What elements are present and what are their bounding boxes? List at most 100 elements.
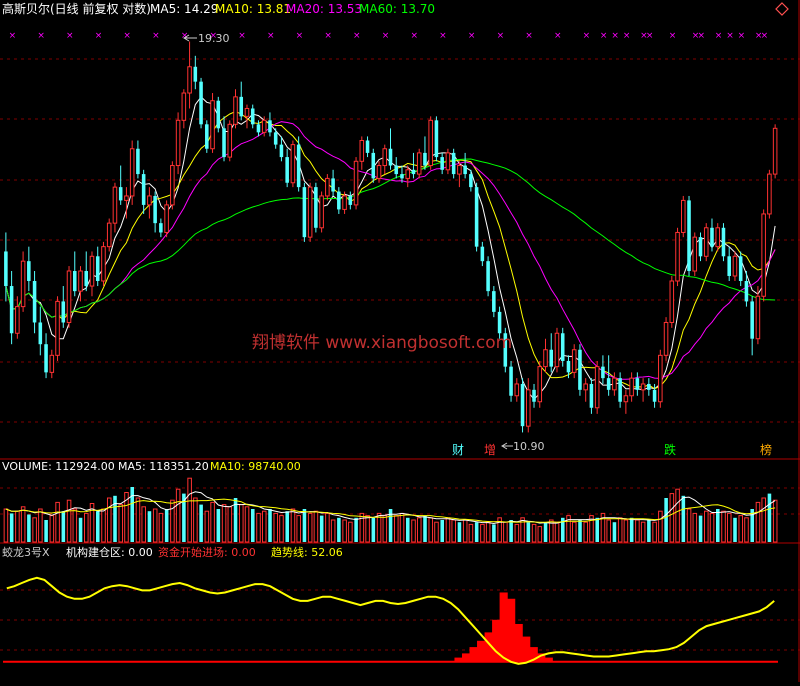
volume-bar [612,522,617,542]
candle-body [106,222,112,248]
volume-bar [193,497,198,543]
candle-body [222,128,226,158]
candle-body [371,152,376,179]
chart-canvas: × × × × × × × × × × × × × × × × × × × × × × × × ×× × ×× × × × ×× 翔博软件 … [0,0,800,682]
volume-bar [101,508,106,543]
candle-body [193,66,198,82]
volume-bar [9,513,14,542]
candle-body [302,187,307,238]
volume-bar [170,499,175,543]
volume-bar [394,515,399,543]
candle-body [256,124,261,133]
candle-body [744,280,749,302]
signal-marker: × [296,31,304,41]
volume-bar [376,512,382,543]
indicator-qsx: 趋势线: 52.06 [271,545,343,559]
volume-bar [55,501,60,543]
ma10-label: MA10: 13.81 [215,2,291,16]
event-label-die[interactable]: 跌 [664,442,676,457]
volume-bar [285,511,290,542]
signal-marker: × [66,31,74,41]
candle-body [715,227,721,248]
signal-marker: × [238,31,246,41]
volume-bar [313,510,319,543]
volume-bar [531,523,537,543]
volume-bar [503,521,508,543]
candle-body [537,366,543,403]
volume-bar [20,506,26,543]
volume-bar [617,517,623,543]
signal-marker: × [715,31,723,41]
candle-body [738,256,743,281]
candle-body [290,144,296,184]
accumulation-bar [454,657,463,662]
signal-marker: × [761,31,769,41]
accumulation-bar [492,619,501,662]
candle-body [647,383,651,390]
volume-ma10: MA10: 98740.00 [210,460,301,473]
signal-marker: × [525,31,533,41]
candle-body [239,96,244,117]
volume-bar [485,521,491,543]
accumulation-bar [544,657,553,662]
candle-body [388,148,393,166]
volume-bar [239,504,244,543]
volume-bar [686,508,692,543]
event-label-bang[interactable]: 榜 [760,442,772,457]
signal-marker: × [9,31,17,41]
signal-marker: × [611,31,619,41]
volume-value: VOLUME: 112924.00 [2,460,115,473]
candle-body [601,366,605,379]
price-header: 高斯贝尔(日线 前复权 对数) MA5: 14.29 MA10: 13.81 M… [2,1,435,16]
volume-ma5: MA5: 118351.20 [118,460,209,473]
volume-bar [72,508,78,543]
candle-body [703,227,709,257]
candle-body [423,152,427,166]
candle-body [692,236,698,272]
candle-body [359,140,365,162]
volume-bar [268,509,272,542]
volume-bar [726,512,732,543]
accumulation-bar [477,640,486,662]
candle-body [571,349,577,373]
candle-body [112,186,118,224]
signal-marker: × [382,31,390,41]
volume-bar [244,506,250,543]
volume-bar [451,519,456,543]
signal-marker: × [726,31,734,41]
candle-body [428,119,433,167]
event-label-zeng[interactable]: 增 [484,443,496,457]
candle-body [38,322,43,345]
volume-bar [406,517,410,542]
candle-body [525,389,531,427]
candle-body [560,333,565,361]
candle-body [755,295,761,340]
volume-bar [44,520,48,542]
volume-bar [147,511,152,542]
candle-body [205,124,209,149]
candle-body [331,178,335,192]
candle-body [95,256,100,281]
indicator-name[interactable]: 蛟龙3号X [2,545,50,559]
ma20-label: MA20: 13.53 [286,2,362,16]
candle-body [9,286,14,334]
candle-body [469,174,473,188]
volume-bar [227,506,233,543]
volume-bar [767,493,772,542]
signal-marker: × [353,31,361,41]
volume-bar [164,509,169,542]
volume-bar [78,517,83,542]
volume-bar [61,511,66,542]
event-label-cai[interactable]: 财 [452,443,464,457]
candle-body [606,378,611,390]
volume-bar [3,508,9,543]
volume-bar [647,520,651,542]
candle-body [153,195,157,224]
candle-body [543,349,548,368]
candle-body [129,148,135,197]
low-price-label: 10.90 [513,440,545,453]
candle-body [20,260,26,308]
volume-bar [38,508,43,543]
candle-body [325,177,330,197]
candle-body [669,280,675,323]
